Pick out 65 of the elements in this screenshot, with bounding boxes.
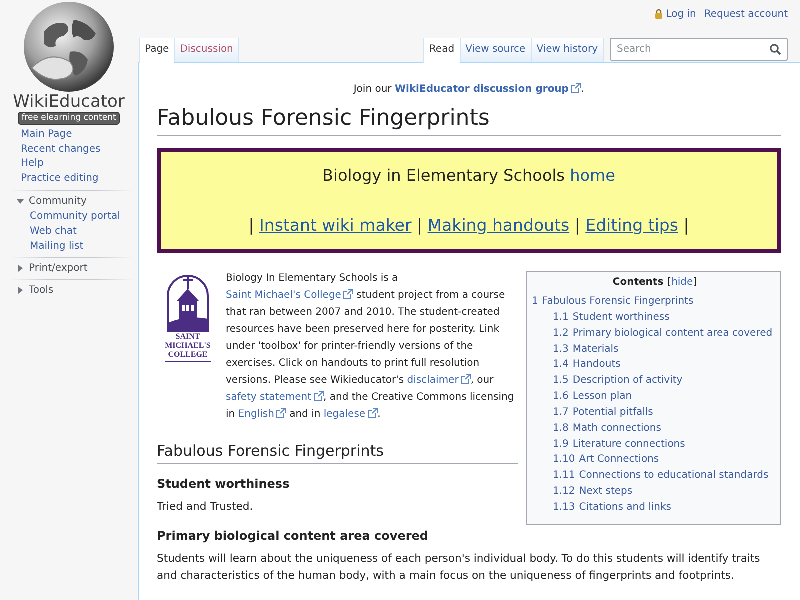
link[interactable]: Instant wiki maker	[260, 216, 412, 235]
logo-title: WikiEducator	[13, 93, 125, 112]
tab[interactable]: Discussion	[174, 38, 240, 62]
external-link[interactable]: legalese	[324, 409, 378, 420]
sidebar-link[interactable]: Help	[12, 157, 132, 172]
subsection-heading: Primary biological content area covered	[157, 528, 430, 544]
contents-link[interactable]: 1.9 Literature connections	[553, 436, 778, 452]
external-link-icon	[368, 408, 378, 418]
banner-text: Biology in Elementary Schools home	[322, 166, 616, 186]
portal-heading[interactable]: Community	[12, 194, 132, 209]
contents-link[interactable]: 1.4 Handouts	[553, 357, 778, 374]
search-field[interactable]: Search	[610, 38, 788, 61]
sidebar-link[interactable]: Practice editing	[12, 172, 132, 187]
external-link[interactable]: disclaimer	[407, 375, 471, 386]
sidebar-link[interactable]: Web chat	[12, 224, 132, 239]
contents-link[interactable]: 1.7 Potential pitfalls	[553, 404, 778, 421]
body-text: Students will learn about the uniqueness of each person's individual body. To do this students will identify traits and characteristics of the human body, with a main focus on the uniqueness of fingerprints and footprints.	[157, 550, 762, 584]
link[interactable]: hide	[672, 277, 694, 288]
contents-link[interactable]: 1.5 Description of activity	[553, 373, 778, 390]
link[interactable]: home	[570, 166, 616, 185]
contents-link[interactable]: 1.11 Connections to educational standards	[553, 468, 778, 484]
link[interactable]: Making handouts	[428, 216, 570, 235]
tab[interactable]: View history	[530, 38, 604, 62]
external-link-icon	[343, 289, 354, 299]
tab[interactable]: Page	[139, 38, 174, 63]
external-link[interactable]: WikiEducator discussion group	[394, 84, 581, 95]
external-link-icon	[570, 83, 581, 93]
search-icon[interactable]	[770, 44, 781, 55]
link[interactable]: Editing tips	[586, 216, 678, 235]
body-text: Tried and Trusted.	[157, 499, 254, 515]
sidebar-link[interactable]: Main Page	[12, 128, 132, 143]
tab[interactable]: View source	[460, 38, 531, 62]
site-notice: Join our WikiEducator discussion group .	[352, 83, 586, 96]
external-link-icon	[460, 374, 471, 384]
personal-link[interactable]: Request account	[704, 8, 788, 20]
contents-link[interactable]: 1.12 Next steps	[553, 484, 778, 500]
sidebar-link[interactable]: Recent changes	[12, 142, 132, 158]
sidebar-link[interactable]: Community portal	[12, 208, 132, 224]
portal-heading[interactable]: Print/export	[12, 262, 132, 276]
section-heading: Fabulous Forensic Fingerprints	[157, 441, 518, 464]
logo-tagline: free elearning content	[18, 112, 120, 125]
external-link[interactable]: Saint Michael's College	[226, 290, 354, 301]
contents-link[interactable]: 1.6 Lesson plan	[553, 389, 778, 405]
banner-text: | Instant wiki maker | Making handouts | Editing tips |	[248, 215, 690, 237]
contents-link[interactable]: 1 Fabulous Forensic Fingerprints	[532, 294, 778, 310]
subsection-heading: Student worthiness	[157, 476, 291, 492]
personal-link[interactable]: Log in	[655, 8, 696, 20]
college-name: SAINT MICHAEL'S COLLEGE	[165, 332, 211, 362]
external-link[interactable]: English	[238, 409, 286, 420]
portal-heading[interactable]: Tools	[12, 284, 132, 298]
contents-link[interactable]: 1.10 Art Connections	[553, 452, 778, 468]
contents-link[interactable]: 1.2 Primary biological content area covered	[553, 326, 778, 342]
contents-link[interactable]: 1.3 Materials	[553, 342, 778, 358]
intro-paragraph: Biology In Elementary Schools is a Saint Michael's College student project from a course that ran between 2007 and 2010. The student-created resources have been preserved here for posterity. Link under 'toolbox' for printer-friendly versions of the exercises. Click on handouts to print full resolution versions. Please see Wikieducator's disclaimer , our safety statement , and the Creative Commons licensing in English and in legalese .	[226, 272, 516, 422]
external-link-icon	[276, 408, 286, 418]
lock-icon	[655, 9, 664, 19]
tab[interactable]: Read	[423, 38, 460, 63]
external-link[interactable]: safety statement	[226, 392, 324, 403]
page-title: Fabulous Forensic Fingerprints	[157, 105, 781, 136]
external-link-icon	[314, 391, 324, 401]
contents-link[interactable]: 1.1 Student worthiness	[553, 310, 778, 326]
contents-link[interactable]: 1.13 Citations and links	[553, 500, 778, 516]
contents-link[interactable]: 1.8 Math connections	[553, 420, 778, 437]
sidebar-link[interactable]: Mailing list	[12, 238, 132, 254]
contents-heading: Contents [hide]	[612, 276, 698, 290]
